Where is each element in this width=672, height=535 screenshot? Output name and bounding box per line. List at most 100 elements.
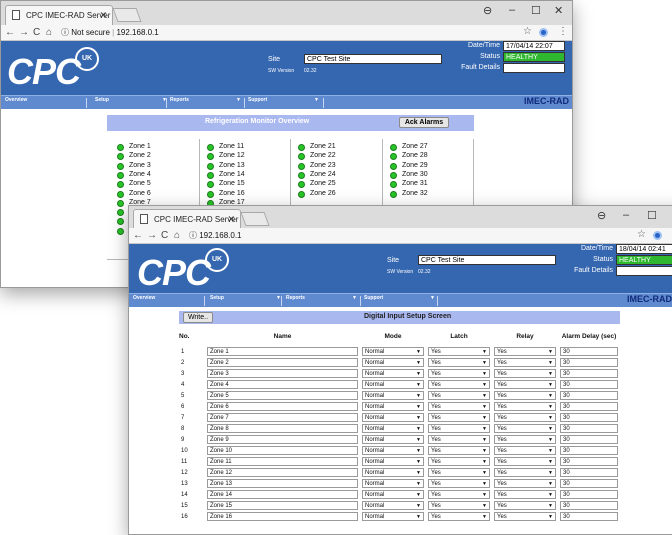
mode-select[interactable]: Normal ▼ <box>362 369 424 378</box>
zone-name-input[interactable]: Zone 8 <box>207 424 358 433</box>
zone-name-input[interactable]: Zone 2 <box>207 358 358 367</box>
extension-icon[interactable] <box>653 231 662 240</box>
mode-select[interactable]: Normal ▼ <box>362 413 424 422</box>
alarm-delay-input[interactable]: 30 <box>560 424 618 433</box>
relay-select[interactable]: Yes ▼ <box>494 391 556 400</box>
relay-select[interactable]: Yes ▼ <box>494 468 556 477</box>
browser-tab[interactable]: CPC IMEC-RAD Server ✕ <box>133 209 241 228</box>
write-button[interactable]: Write.. <box>183 312 213 323</box>
menu-overview[interactable]: Overview <box>5 97 27 103</box>
alarm-delay-input[interactable]: 30 <box>560 457 618 466</box>
relay-select[interactable]: Yes ▼ <box>494 435 556 444</box>
latch-select[interactable]: Yes ▼ <box>428 479 490 488</box>
alarm-delay-input[interactable]: 30 <box>560 490 618 499</box>
mode-select[interactable]: Normal ▼ <box>362 490 424 499</box>
latch-select[interactable]: Yes ▼ <box>428 457 490 466</box>
reload-icon[interactable]: C <box>33 27 40 38</box>
minimize-button[interactable]: – <box>509 4 515 16</box>
bookmark-star-icon[interactable]: ☆ <box>523 26 532 37</box>
zone-name-input[interactable]: Zone 9 <box>207 435 358 444</box>
relay-select[interactable]: Yes ▼ <box>494 479 556 488</box>
mode-select[interactable]: Normal ▼ <box>362 479 424 488</box>
reload-icon[interactable]: C <box>161 230 168 241</box>
relay-select[interactable]: Yes ▼ <box>494 490 556 499</box>
close-tab-icon[interactable]: ✕ <box>99 10 107 21</box>
mode-select[interactable]: Normal ▼ <box>362 424 424 433</box>
latch-select[interactable]: Yes ▼ <box>428 490 490 499</box>
mode-select[interactable]: Normal ▼ <box>362 501 424 510</box>
latch-select[interactable]: Yes ▼ <box>428 391 490 400</box>
relay-select[interactable]: Yes ▼ <box>494 446 556 455</box>
menu-kebab-icon[interactable]: ⋮ <box>558 26 568 37</box>
new-tab-button[interactable] <box>240 212 270 226</box>
zone-name-input[interactable]: Zone 15 <box>207 501 358 510</box>
relay-select[interactable]: Yes ▼ <box>494 369 556 378</box>
zone-name-input[interactable]: Zone 12 <box>207 468 358 477</box>
close-window-button[interactable]: ✕ <box>554 4 563 17</box>
alarm-delay-input[interactable]: 30 <box>560 402 618 411</box>
minimize-button[interactable]: – <box>623 209 629 221</box>
alarm-delay-input[interactable]: 30 <box>560 446 618 455</box>
mode-select[interactable]: Normal ▼ <box>362 435 424 444</box>
menu-reports[interactable]: Reports ▼ <box>170 97 241 103</box>
relay-select[interactable]: Yes ▼ <box>494 347 556 356</box>
alarm-delay-input[interactable]: 30 <box>560 479 618 488</box>
home-icon[interactable]: ⌂ <box>46 27 52 38</box>
profile-icon[interactable]: ⊖ <box>597 209 606 222</box>
forward-icon[interactable]: → <box>147 230 157 241</box>
relay-select[interactable]: Yes ▼ <box>494 501 556 510</box>
new-tab-button[interactable] <box>112 8 142 22</box>
mode-select[interactable]: Normal ▼ <box>362 402 424 411</box>
url-field[interactable]: ⓘ Not secure | 192.168.0.1 <box>61 27 159 38</box>
alarm-delay-input[interactable]: 30 <box>560 501 618 510</box>
alarm-delay-input[interactable]: 30 <box>560 435 618 444</box>
relay-select[interactable]: Yes ▼ <box>494 413 556 422</box>
zone-name-input[interactable]: Zone 4 <box>207 380 358 389</box>
maximize-button[interactable]: ☐ <box>647 209 657 222</box>
mode-select[interactable]: Normal ▼ <box>362 347 424 356</box>
menu-reports[interactable]: Reports ▼ <box>286 295 357 301</box>
menu-setup[interactable]: Setup ▼ <box>95 97 167 103</box>
zone-name-input[interactable]: Zone 1 <box>207 347 358 356</box>
zone-name-input[interactable]: Zone 14 <box>207 490 358 499</box>
zone-name-input[interactable]: Zone 11 <box>207 457 358 466</box>
alarm-delay-input[interactable]: 30 <box>560 369 618 378</box>
url-field[interactable]: ⓘ 192.168.0.1 <box>189 230 242 241</box>
zone-name-input[interactable]: Zone 3 <box>207 369 358 378</box>
mode-select[interactable]: Normal ▼ <box>362 457 424 466</box>
relay-select[interactable]: Yes ▼ <box>494 380 556 389</box>
relay-select[interactable]: Yes ▼ <box>494 402 556 411</box>
latch-select[interactable]: Yes ▼ <box>428 446 490 455</box>
extension-icon[interactable] <box>539 28 548 37</box>
maximize-button[interactable]: ☐ <box>531 4 541 17</box>
mode-select[interactable]: Normal ▼ <box>362 391 424 400</box>
profile-icon[interactable]: ⊖ <box>483 4 492 17</box>
relay-select[interactable]: Yes ▼ <box>494 358 556 367</box>
latch-select[interactable]: Yes ▼ <box>428 358 490 367</box>
alarm-delay-input[interactable]: 30 <box>560 468 618 477</box>
mode-select[interactable]: Normal ▼ <box>362 446 424 455</box>
mode-select[interactable]: Normal ▼ <box>362 468 424 477</box>
forward-icon[interactable]: → <box>19 27 29 38</box>
zone-name-input[interactable]: Zone 5 <box>207 391 358 400</box>
alarm-delay-input[interactable]: 30 <box>560 358 618 367</box>
latch-select[interactable]: Yes ▼ <box>428 402 490 411</box>
zone-name-input[interactable]: Zone 13 <box>207 479 358 488</box>
menu-support[interactable]: Support ▼ <box>364 295 435 301</box>
browser-tab[interactable]: CPC IMEC-RAD Server ✕ <box>5 5 113 25</box>
relay-select[interactable]: Yes ▼ <box>494 424 556 433</box>
latch-select[interactable]: Yes ▼ <box>428 347 490 356</box>
back-icon[interactable]: ← <box>5 27 15 38</box>
close-tab-icon[interactable]: ✕ <box>227 214 235 225</box>
latch-select[interactable]: Yes ▼ <box>428 369 490 378</box>
alarm-delay-input[interactable]: 30 <box>560 413 618 422</box>
relay-select[interactable]: Yes ▼ <box>494 457 556 466</box>
latch-select[interactable]: Yes ▼ <box>428 501 490 510</box>
latch-select[interactable]: Yes ▼ <box>428 435 490 444</box>
mode-select[interactable]: Normal ▼ <box>362 380 424 389</box>
menu-support[interactable]: Support ▼ <box>248 97 319 103</box>
latch-select[interactable]: Yes ▼ <box>428 380 490 389</box>
mode-select[interactable]: Normal ▼ <box>362 358 424 367</box>
latch-select[interactable]: Yes ▼ <box>428 424 490 433</box>
home-icon[interactable]: ⌂ <box>174 230 180 241</box>
